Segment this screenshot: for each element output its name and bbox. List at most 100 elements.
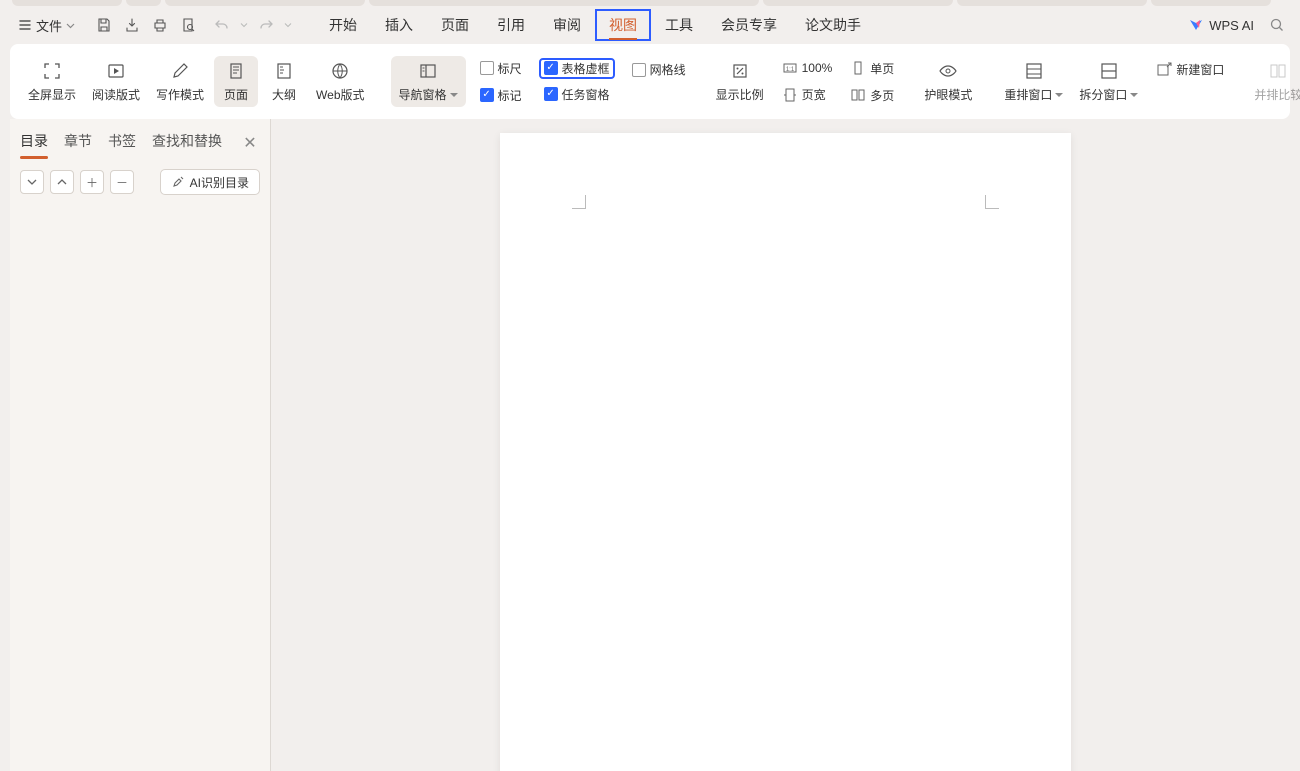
tab-stub[interactable] <box>12 0 122 6</box>
pencil-icon <box>169 60 191 82</box>
checkbox-icon <box>632 63 646 77</box>
page-width-button[interactable]: 页宽 <box>778 84 837 105</box>
page-view-button[interactable]: 页面 <box>214 56 258 107</box>
file-menu-button[interactable]: 文件 <box>10 12 83 39</box>
tab-start[interactable]: 开始 <box>315 9 371 41</box>
panel-tab-section[interactable]: 章节 <box>64 127 92 159</box>
print-icon <box>152 17 168 33</box>
outline-icon <box>273 60 295 82</box>
ai-toc-label: AI识别目录 <box>190 174 249 191</box>
redo-icon <box>258 17 274 33</box>
tab-stub[interactable] <box>126 0 161 6</box>
undo-dropdown[interactable] <box>237 12 251 38</box>
wps-ai-label: WPS AI <box>1209 18 1254 33</box>
undo-button[interactable] <box>209 12 235 38</box>
quick-access-group <box>91 12 295 38</box>
document-tabs-area <box>0 0 1300 6</box>
multi-page-icon <box>850 87 866 103</box>
multi-page-label: 多页 <box>870 87 894 104</box>
side-by-side-label: 并排比较 <box>1254 86 1300 103</box>
split-label: 拆分窗口 <box>1079 86 1138 103</box>
panel-tab-find[interactable]: 查找和替换 <box>152 127 222 159</box>
wps-ai-button[interactable]: WPS AI <box>1188 17 1254 33</box>
tab-stub[interactable] <box>957 0 1147 6</box>
ruler-checkbox[interactable]: 标尺 <box>476 58 526 79</box>
write-mode-button[interactable]: 写作模式 <box>150 56 210 107</box>
remove-button[interactable]: － <box>110 170 134 194</box>
panel-close-button[interactable]: ✕ <box>240 133 260 153</box>
page-width-label: 页宽 <box>802 86 826 103</box>
search-icon <box>1269 17 1285 33</box>
tab-member[interactable]: 会员专享 <box>707 9 791 41</box>
panel-tabs: 目录 章节 书签 查找和替换 ✕ <box>10 119 270 159</box>
tab-reference[interactable]: 引用 <box>483 9 539 41</box>
tab-page[interactable]: 页面 <box>427 9 483 41</box>
minus-icon: － <box>116 174 128 191</box>
split-button[interactable]: 拆分窗口 <box>1073 56 1144 107</box>
preview-button[interactable] <box>175 12 201 38</box>
eye-care-button[interactable]: 护眼模式 <box>918 56 978 107</box>
expand-up-button[interactable] <box>50 170 74 194</box>
tab-view[interactable]: 视图 <box>595 9 651 41</box>
chevron-down-icon <box>284 21 292 29</box>
export-button[interactable] <box>119 12 145 38</box>
new-window-icon <box>1156 62 1172 78</box>
margin-mark <box>572 195 586 209</box>
web-view-button[interactable]: Web版式 <box>310 56 370 107</box>
save-button[interactable] <box>91 12 117 38</box>
menu-tabs: 开始 插入 页面 引用 审阅 视图 工具 会员专享 论文助手 <box>315 9 875 41</box>
marks-label: 标记 <box>498 87 522 104</box>
eye-care-label: 护眼模式 <box>924 86 972 103</box>
tab-review[interactable]: 审阅 <box>539 9 595 41</box>
table-frame-checkbox[interactable]: 表格虚框 <box>540 59 614 78</box>
add-button[interactable]: ＋ <box>80 170 104 194</box>
zoom-100-label: 100% <box>802 61 833 75</box>
multi-page-button[interactable]: 多页 <box>846 85 898 106</box>
eye-icon <box>937 60 959 82</box>
document-page[interactable] <box>500 133 1071 771</box>
checkbox-icon <box>480 61 494 75</box>
chevron-up-icon <box>57 177 67 187</box>
menu-bar: 文件 开始 插入 页面 引用 审阅 视图 工具 会员专享 论文助手 WPS AI <box>0 6 1300 44</box>
tab-stub[interactable] <box>763 0 953 6</box>
panel-tab-bookmark[interactable]: 书签 <box>108 127 136 159</box>
tab-stub[interactable] <box>369 0 759 6</box>
tab-insert[interactable]: 插入 <box>371 9 427 41</box>
tab-stub[interactable] <box>165 0 365 6</box>
checkbox-icon <box>480 88 494 102</box>
redo-dropdown[interactable] <box>281 12 295 38</box>
gridlines-checkbox[interactable]: 网格线 <box>628 59 690 80</box>
fullscreen-button[interactable]: 全屏显示 <box>22 56 82 107</box>
page-view-label: 页面 <box>224 86 248 103</box>
play-icon <box>105 60 127 82</box>
new-window-button[interactable]: 新建窗口 <box>1152 59 1228 80</box>
marks-checkbox[interactable]: 标记 <box>476 85 526 106</box>
document-area[interactable] <box>271 119 1300 771</box>
tab-thesis[interactable]: 论文助手 <box>791 9 875 41</box>
zoom-ratio-button[interactable]: 显示比例 <box>710 56 770 107</box>
task-pane-checkbox[interactable]: 任务窗格 <box>540 84 614 105</box>
rearrange-button[interactable]: 重排窗口 <box>998 56 1069 107</box>
single-page-label: 单页 <box>870 60 894 77</box>
tab-tools[interactable]: 工具 <box>651 9 707 41</box>
expand-down-button[interactable] <box>20 170 44 194</box>
wps-ai-icon <box>1188 17 1204 33</box>
hamburger-icon <box>18 18 32 32</box>
compare-icon <box>1267 60 1289 82</box>
ai-toc-button[interactable]: AI识别目录 <box>160 169 260 195</box>
plus-icon: ＋ <box>86 174 98 191</box>
arrange-icon <box>1023 60 1045 82</box>
print-button[interactable] <box>147 12 173 38</box>
table-frame-label: 表格虚框 <box>562 60 610 77</box>
zoom-100-button[interactable]: 1:1100% <box>778 58 837 78</box>
redo-button[interactable] <box>253 12 279 38</box>
gridlines-label: 网格线 <box>650 61 686 78</box>
nav-pane-button[interactable]: 导航窗格 <box>391 56 466 107</box>
panel-tab-toc[interactable]: 目录 <box>20 127 48 159</box>
outline-button[interactable]: 大纲 <box>262 56 306 107</box>
search-button[interactable] <box>1264 12 1290 38</box>
read-mode-button[interactable]: 阅读版式 <box>86 56 146 107</box>
undo-icon <box>214 17 230 33</box>
single-page-button[interactable]: 单页 <box>846 58 898 79</box>
tab-stub[interactable] <box>1151 0 1271 6</box>
